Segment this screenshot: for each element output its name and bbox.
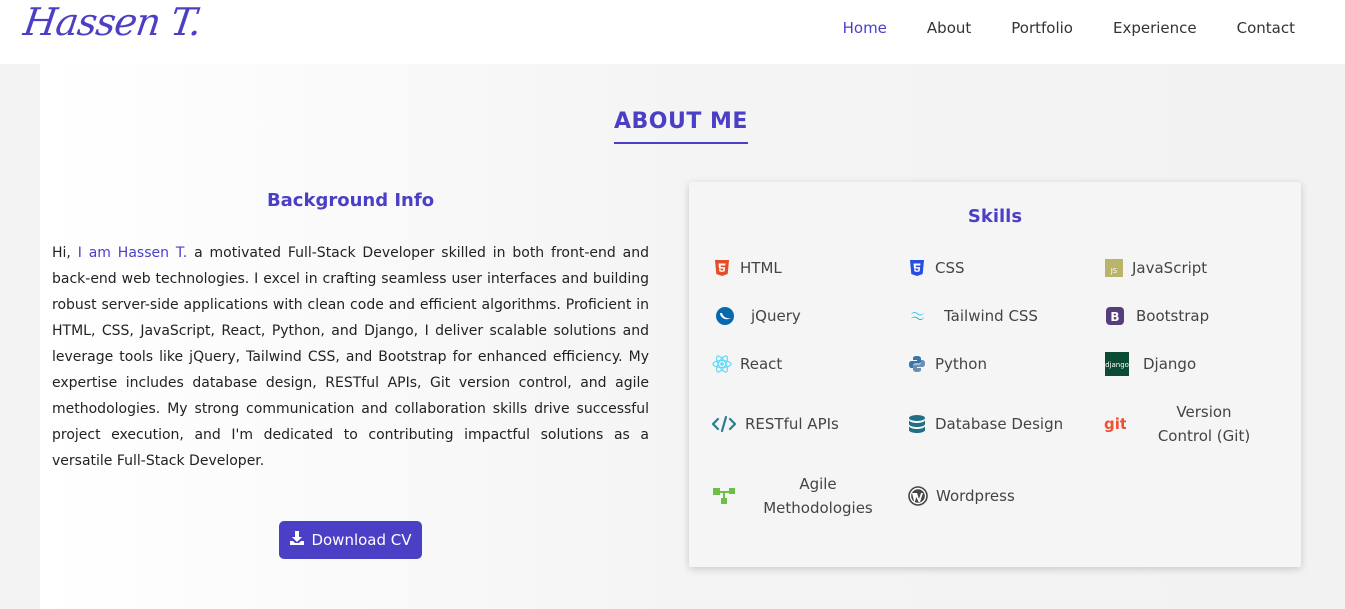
- skill-django: django Django: [1105, 352, 1196, 376]
- svg-text:git: git: [1104, 416, 1126, 432]
- skill-label: Agile Methodologies: [763, 475, 873, 517]
- database-icon: [907, 414, 927, 434]
- skills-card: Skills HTML CSS JS JavaScript jQuery Tai…: [689, 182, 1301, 567]
- skill-tailwind: Tailwind CSS: [908, 304, 1038, 328]
- skill-label: Wordpress: [936, 487, 1015, 505]
- skill-javascript: JS JavaScript: [1104, 256, 1207, 280]
- react-icon: [712, 354, 732, 374]
- skill-label: HTML: [740, 259, 782, 277]
- skill-version-control: git Version Control (Git): [1104, 400, 1260, 448]
- section-title: ABOUT ME: [614, 109, 748, 144]
- skill-jquery: jQuery: [715, 304, 801, 328]
- download-cv-button[interactable]: Download CV: [279, 521, 422, 559]
- name-highlight: I am Hassen T.: [77, 245, 188, 261]
- download-cv-label: Download CV: [311, 531, 412, 549]
- skill-label: Tailwind CSS: [944, 307, 1038, 325]
- bio-text: a motivated Full-Stack Developer skilled…: [52, 245, 649, 469]
- skill-html: HTML: [712, 256, 782, 280]
- svg-text:django: django: [1105, 361, 1129, 369]
- skills-title: Skills: [967, 206, 1023, 227]
- navbar: Hassen T. Home About Portfolio Experienc…: [0, 0, 1345, 64]
- skill-react: React: [712, 352, 782, 376]
- skill-bootstrap: B Bootstrap: [1105, 304, 1209, 328]
- skill-label: Django: [1143, 355, 1197, 373]
- html5-icon: [712, 258, 732, 278]
- skill-css: CSS: [907, 256, 965, 280]
- main-nav: Home About Portfolio Experience Contact: [823, 18, 1315, 38]
- skill-label: JavaScript: [1132, 259, 1208, 277]
- svg-text:B: B: [1110, 310, 1119, 324]
- skill-label: React: [740, 355, 783, 373]
- jquery-icon: [715, 306, 735, 326]
- skill-label: RESTful APIs: [745, 415, 839, 433]
- intro-text: Hi,: [52, 245, 78, 261]
- git-icon: git: [1104, 414, 1126, 434]
- tailwind-icon: [908, 306, 928, 326]
- skill-restful-apis: RESTful APIs: [711, 412, 839, 436]
- agile-icon: [712, 486, 736, 506]
- css3-icon: [907, 258, 927, 278]
- download-icon: [289, 530, 305, 550]
- skill-agile: Agile Methodologies: [712, 472, 878, 520]
- nav-contact-link[interactable]: Contact: [1217, 18, 1315, 38]
- skill-label: Bootstrap: [1136, 307, 1210, 325]
- background-info-text: Hi, I am Hassen T. a motivated Full-Stac…: [52, 240, 649, 474]
- svg-text:JS: JS: [1110, 267, 1118, 275]
- python-icon: [907, 354, 927, 374]
- wordpress-icon: [908, 486, 928, 506]
- skill-wordpress: Wordpress: [908, 484, 1015, 508]
- nav-portfolio-link[interactable]: Portfolio: [991, 18, 1093, 38]
- background-info-title: Background Info: [266, 190, 435, 211]
- code-icon: [711, 414, 737, 434]
- nav-about-link[interactable]: About: [907, 18, 991, 38]
- skill-label: Database Design: [935, 415, 1064, 433]
- django-icon: django: [1105, 352, 1129, 376]
- skill-python: Python: [907, 352, 987, 376]
- skill-database-design: Database Design: [907, 412, 1063, 436]
- nav-home-link[interactable]: Home: [823, 18, 907, 38]
- skill-label: jQuery: [751, 307, 801, 325]
- nav-experience-link[interactable]: Experience: [1093, 18, 1217, 38]
- javascript-icon: JS: [1104, 258, 1124, 278]
- skill-label: CSS: [935, 259, 965, 277]
- logo[interactable]: Hassen T.: [21, 0, 204, 44]
- skill-label: Python: [935, 355, 987, 373]
- bootstrap-icon: B: [1105, 306, 1125, 326]
- skill-label: Version Control (Git): [1157, 403, 1251, 445]
